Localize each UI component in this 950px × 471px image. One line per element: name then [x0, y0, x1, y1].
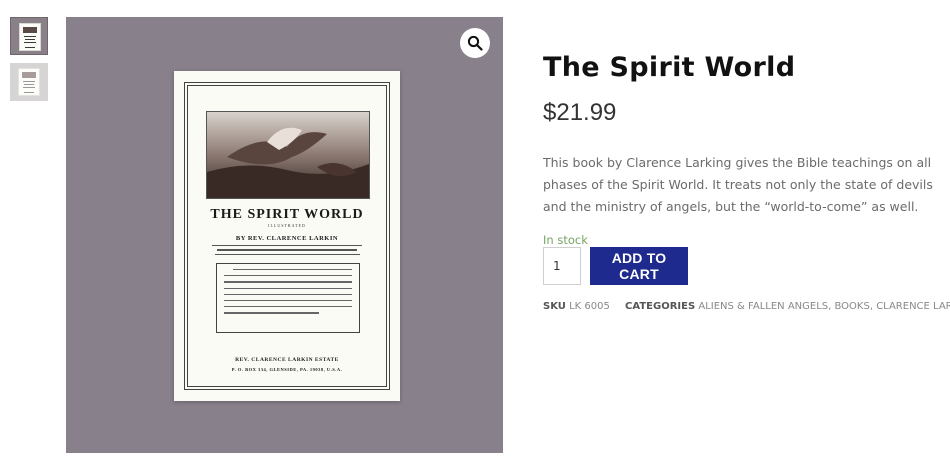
gallery-thumbnail-2[interactable]	[10, 63, 48, 101]
thumbnail-cover-image	[19, 23, 41, 51]
category-link-books[interactable]: BOOKS	[834, 301, 869, 312]
cover-title: THE SPIRIT WORLD	[210, 207, 364, 222]
cover-author-credits	[204, 245, 370, 258]
cover-illustration	[206, 111, 370, 199]
product-main-image[interactable]: THE SPIRIT WORLD ILLUSTRATED BY REV. CLA…	[66, 17, 503, 453]
book-cover: THE SPIRIT WORLD ILLUSTRATED BY REV. CLA…	[174, 71, 400, 401]
cover-address: P. O. BOX 334, GLENSIDE, PA. 19038, U.S.…	[231, 367, 343, 372]
categories-label: CATEGORIES	[625, 301, 696, 312]
product-description: This book by Clarence Larking gives the …	[543, 155, 933, 214]
zoom-button[interactable]	[460, 28, 490, 58]
cover-publisher: REV. CLARENCE LARKIN ESTATE	[235, 357, 339, 363]
magnifier-icon	[467, 35, 483, 51]
cover-author: BY REV. CLARENCE LARKIN	[235, 235, 339, 242]
category-link-clarence-larkin[interactable]: CLARENCE LARKIN	[876, 301, 950, 312]
add-to-cart-button[interactable]: ADD TO CART	[590, 247, 688, 285]
sku-label: SKU	[543, 301, 566, 312]
category-link-aliens-fallen-angels[interactable]: ALIENS & FALLEN ANGELS	[698, 301, 828, 312]
quantity-input[interactable]	[543, 247, 581, 285]
product-title: The Spirit World	[543, 52, 796, 83]
sku-value: LK 6005	[569, 301, 610, 312]
product-price: $21.99	[543, 99, 617, 126]
thumbnail-cover-image	[18, 68, 40, 96]
cover-summary-box	[216, 263, 360, 333]
gallery-thumbnail-1[interactable]	[10, 17, 48, 55]
cover-illustrated: ILLUSTRATED	[268, 223, 306, 228]
product-meta: SKU LK 6005 CATEGORIES ALIENS & FALLEN A…	[543, 301, 950, 312]
stock-status: In stock	[543, 233, 588, 247]
